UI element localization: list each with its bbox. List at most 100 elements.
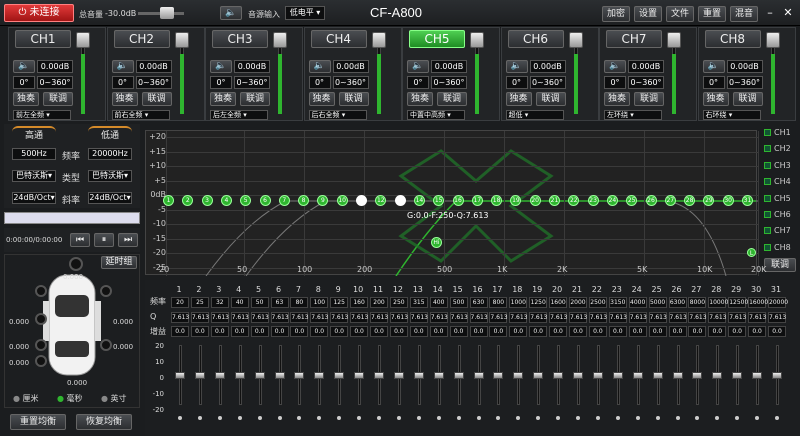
band-3-slider-knob[interactable] xyxy=(214,372,225,379)
band-29-q-field[interactable]: 7.613 xyxy=(728,312,746,323)
band-12-gain-field[interactable]: 0.0 xyxy=(389,326,408,337)
band-16-gain-field[interactable]: 0.0 xyxy=(469,326,488,337)
channel-1-mute-button[interactable]: 🔈 xyxy=(13,60,35,73)
eq-point-3[interactable]: 3 xyxy=(201,195,213,206)
band-26-gain-field[interactable]: 0.0 xyxy=(668,326,687,337)
playback-progress-bar[interactable] xyxy=(4,212,140,224)
band-17-gain-field[interactable]: 0.0 xyxy=(489,326,508,337)
band-22-freq-field[interactable]: 2500 xyxy=(588,297,607,308)
lo-marker[interactable]: L xyxy=(747,248,756,257)
channel-2-phase-field[interactable]: 0° xyxy=(111,76,134,89)
band-21-bypass-dot[interactable] xyxy=(576,416,580,420)
band-21-freq-field[interactable]: 2000 xyxy=(569,297,587,308)
band-13-bypass-dot[interactable] xyxy=(416,416,421,420)
band-21-q-field[interactable]: 7.613 xyxy=(569,312,587,323)
channel-6-tune-button[interactable]: 联调 xyxy=(535,92,566,106)
hi-marker[interactable]: Hi xyxy=(431,237,442,248)
band-14-slider-knob[interactable] xyxy=(433,372,444,379)
band-1-gain-field[interactable]: 0.0 xyxy=(171,326,189,337)
channel-2-button[interactable]: CH2 xyxy=(113,30,170,48)
mix-button[interactable]: 混音 xyxy=(730,6,758,22)
band-14-bypass-dot[interactable] xyxy=(436,416,441,420)
channel-2-mute-button[interactable]: 🔈 xyxy=(111,60,134,73)
band-28-slider-knob[interactable] xyxy=(712,372,723,379)
eq-point-13[interactable] xyxy=(394,195,406,206)
band-4-gain-field[interactable]: 0.0 xyxy=(230,326,249,337)
legend-item-6[interactable]: CH6 xyxy=(764,210,791,219)
band-2-q-field[interactable]: 7.613 xyxy=(190,312,209,323)
connection-status-button[interactable]: ⏻ 未连接 xyxy=(4,4,74,22)
band-24-gain-field[interactable]: 0.0 xyxy=(628,326,647,337)
channel-6-gain-field[interactable]: 0.00dB xyxy=(529,60,566,73)
channel-2-tune-button[interactable]: 联调 xyxy=(141,92,172,106)
band-6-q-field[interactable]: 7.613 xyxy=(270,312,289,323)
band-29-freq-field[interactable]: 12500 xyxy=(728,297,748,308)
eq-point-10[interactable]: 10 xyxy=(336,195,348,206)
band-12-q-field[interactable]: 7.613 xyxy=(389,312,408,323)
reset-button[interactable]: 重置 xyxy=(698,6,726,22)
link-button[interactable]: 联调 xyxy=(764,258,796,272)
band-25-slider-knob[interactable] xyxy=(652,372,663,379)
band-8-gain-field[interactable]: 0.0 xyxy=(310,326,329,337)
band-9-slider-knob[interactable] xyxy=(334,372,345,379)
eq-point-16[interactable]: 16 xyxy=(452,195,464,206)
channel-3-phase-field[interactable]: 0° xyxy=(210,76,232,89)
band-8-slider-knob[interactable] xyxy=(314,372,325,379)
band-3-q-field[interactable]: 7.613 xyxy=(210,312,229,323)
eq-point-14[interactable]: 14 xyxy=(413,195,425,206)
channel-5-position-select[interactable]: 中置中高频 ▾ xyxy=(407,110,465,120)
band-29-gain-field[interactable]: 0.0 xyxy=(728,326,747,337)
band-4-q-field[interactable]: 7.613 xyxy=(230,312,249,323)
band-23-bypass-dot[interactable] xyxy=(615,416,620,420)
channel-8-gain-field[interactable]: 0.00dB xyxy=(726,60,763,73)
band-13-freq-field[interactable]: 315 xyxy=(409,297,428,308)
channel-8-phase-field[interactable]: 0° xyxy=(702,76,725,89)
restore-eq-button[interactable]: 恢复均衡 xyxy=(76,414,132,430)
channel-8-mute-button[interactable]: 🔈 xyxy=(702,60,725,73)
band-27-slider-knob[interactable] xyxy=(692,372,703,379)
band-19-gain-field[interactable]: 0.0 xyxy=(529,326,548,337)
channel-5-mute-button[interactable]: 🔈 xyxy=(407,60,429,73)
band-3-bypass-dot[interactable] xyxy=(217,416,222,420)
band-16-bypass-dot[interactable] xyxy=(476,416,481,420)
band-23-freq-field[interactable]: 3150 xyxy=(608,297,627,308)
band-26-freq-field[interactable]: 6300 xyxy=(668,297,687,308)
band-11-gain-field[interactable]: 0.0 xyxy=(370,326,388,337)
channel-2-position-select[interactable]: 前右全频 ▾ xyxy=(111,110,170,120)
input-select[interactable]: 低电平 ▾ xyxy=(285,6,325,20)
band-11-bypass-dot[interactable] xyxy=(377,416,381,420)
rear-left-speaker-icon[interactable] xyxy=(35,339,47,351)
band-17-q-field[interactable]: 7.613 xyxy=(489,312,508,323)
channel-5-slider-knob[interactable] xyxy=(470,32,484,48)
band-24-freq-field[interactable]: 4000 xyxy=(628,297,647,308)
legend-item-1[interactable]: CH1 xyxy=(764,128,791,137)
band-9-freq-field[interactable]: 125 xyxy=(330,297,349,308)
band-20-q-field[interactable]: 7.613 xyxy=(549,312,567,323)
band-11-freq-field[interactable]: 200 xyxy=(370,297,388,308)
eq-point-27[interactable]: 27 xyxy=(664,195,676,206)
band-22-gain-field[interactable]: 0.0 xyxy=(588,326,607,337)
channel-7-phase-field[interactable]: 0° xyxy=(604,76,626,89)
legend-item-5[interactable]: CH5 xyxy=(764,194,791,203)
channel-7-solo-button[interactable]: 独奏 xyxy=(604,92,630,106)
band-7-freq-field[interactable]: 80 xyxy=(290,297,309,308)
band-12-freq-field[interactable]: 250 xyxy=(389,297,408,308)
band-4-freq-field[interactable]: 40 xyxy=(230,297,249,308)
band-30-gain-field[interactable]: 0.0 xyxy=(748,326,767,337)
band-28-freq-field[interactable]: 10000 xyxy=(708,297,728,308)
eq-point-4[interactable]: 4 xyxy=(220,195,232,206)
band-14-freq-field[interactable]: 400 xyxy=(429,297,448,308)
band-15-freq-field[interactable]: 500 xyxy=(449,297,468,308)
eq-point-23[interactable]: 23 xyxy=(587,195,599,206)
band-28-gain-field[interactable]: 0.0 xyxy=(708,326,727,337)
channel-1-solo-button[interactable]: 独奏 xyxy=(13,92,39,106)
band-22-slider-knob[interactable] xyxy=(592,372,603,379)
band-15-slider-knob[interactable] xyxy=(453,372,464,379)
band-19-slider-knob[interactable] xyxy=(533,372,544,379)
band-30-q-field[interactable]: 7.613 xyxy=(748,312,766,323)
band-2-bypass-dot[interactable] xyxy=(197,416,202,420)
band-7-gain-field[interactable]: 0.0 xyxy=(290,326,309,337)
legend-item-8[interactable]: CH8 xyxy=(764,243,791,252)
legend-item-7[interactable]: CH7 xyxy=(764,226,791,235)
channel-5-gain-field[interactable]: 0.00dB xyxy=(431,60,467,73)
